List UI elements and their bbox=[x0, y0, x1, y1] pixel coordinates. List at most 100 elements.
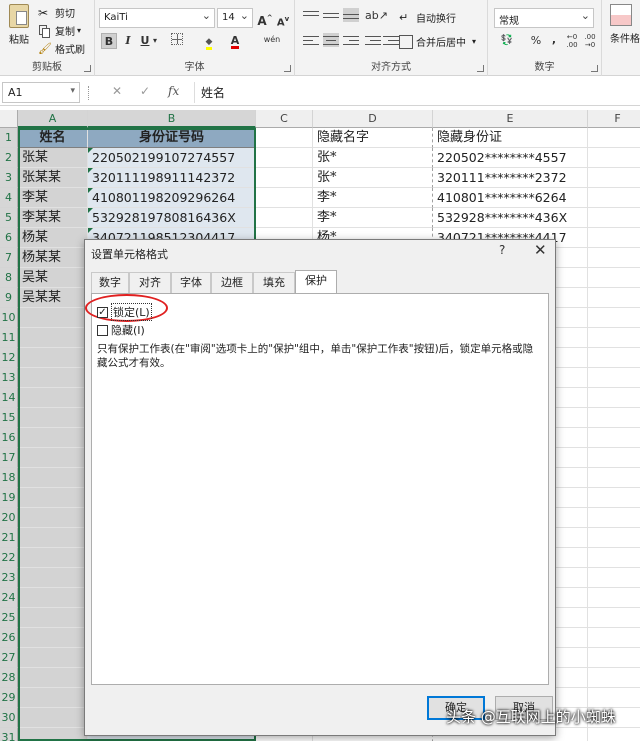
percent-button[interactable]: % bbox=[528, 33, 544, 49]
col-header-a[interactable]: A bbox=[18, 110, 88, 128]
row-header[interactable]: 15 bbox=[0, 408, 18, 428]
tab-fill[interactable]: 填充 bbox=[253, 272, 295, 293]
cell-f16[interactable] bbox=[588, 428, 640, 448]
cell-a18[interactable] bbox=[18, 468, 88, 488]
cell-f22[interactable] bbox=[588, 548, 640, 568]
cell-f3[interactable] bbox=[588, 168, 640, 188]
close-icon[interactable]: ✕ bbox=[534, 241, 547, 259]
alignment-launcher-icon[interactable] bbox=[477, 65, 484, 72]
row-header[interactable]: 5 bbox=[0, 208, 18, 228]
decrease-decimal-button[interactable]: .00 →0 bbox=[582, 33, 598, 49]
tab-alignment[interactable]: 对齐 bbox=[129, 272, 171, 293]
col-header-d[interactable]: D bbox=[313, 110, 433, 128]
cell-f8[interactable] bbox=[588, 268, 640, 288]
cell-f27[interactable] bbox=[588, 648, 640, 668]
cell-b1[interactable]: 身份证号码 bbox=[88, 128, 256, 148]
cell-a3[interactable]: 张某某 bbox=[18, 168, 88, 188]
cell-a26[interactable] bbox=[18, 628, 88, 648]
row-header[interactable]: 2 bbox=[0, 148, 18, 168]
row-header[interactable]: 14 bbox=[0, 388, 18, 408]
cell-b5[interactable]: 53292819780816436X bbox=[88, 208, 256, 228]
row-header[interactable]: 10 bbox=[0, 308, 18, 328]
cell-f13[interactable] bbox=[588, 368, 640, 388]
paste-button[interactable]: 粘贴 bbox=[4, 4, 34, 46]
cell-f31[interactable] bbox=[588, 728, 640, 741]
cell-f29[interactable] bbox=[588, 688, 640, 708]
cell-a2[interactable]: 张某 bbox=[18, 148, 88, 168]
cell-a21[interactable] bbox=[18, 528, 88, 548]
font-name-select[interactable]: KaiTi bbox=[99, 8, 215, 28]
row-header[interactable]: 20 bbox=[0, 508, 18, 528]
tab-border[interactable]: 边框 bbox=[211, 272, 253, 293]
cell-f5[interactable] bbox=[588, 208, 640, 228]
cell-f6[interactable] bbox=[588, 228, 640, 248]
cell-b2[interactable]: 220502199107274557 bbox=[88, 148, 256, 168]
col-header-b[interactable]: B bbox=[88, 110, 256, 128]
locked-checkbox[interactable]: ✓ 锁定(L) bbox=[97, 303, 152, 321]
format-painter-button[interactable]: 🖌 格式刷 bbox=[38, 41, 85, 57]
decrease-indent-icon[interactable] bbox=[365, 33, 381, 47]
cell-f15[interactable] bbox=[588, 408, 640, 428]
shrink-font-button[interactable]: Av bbox=[275, 11, 291, 28]
hidden-checkbox[interactable]: 隐藏(I) bbox=[97, 322, 145, 338]
cut-button[interactable]: ✂ 剪切 bbox=[38, 5, 75, 21]
cell-c1[interactable] bbox=[256, 128, 313, 148]
row-header[interactable]: 26 bbox=[0, 628, 18, 648]
align-middle-icon[interactable] bbox=[323, 10, 339, 24]
cell-e3[interactable]: 320111********2372 bbox=[433, 168, 588, 188]
cell-a5[interactable]: 李某某 bbox=[18, 208, 88, 228]
cell-a30[interactable] bbox=[18, 708, 88, 728]
cell-f23[interactable] bbox=[588, 568, 640, 588]
row-header[interactable]: 17 bbox=[0, 448, 18, 468]
cell-a1[interactable]: 姓名 bbox=[18, 128, 88, 148]
cell-a22[interactable] bbox=[18, 548, 88, 568]
cell-a13[interactable] bbox=[18, 368, 88, 388]
row-header[interactable]: 28 bbox=[0, 668, 18, 688]
row-header[interactable]: 30 bbox=[0, 708, 18, 728]
cell-a27[interactable] bbox=[18, 648, 88, 668]
cell-c3[interactable] bbox=[256, 168, 313, 188]
formula-input[interactable]: 姓名 bbox=[194, 82, 638, 103]
align-right-icon[interactable] bbox=[343, 33, 359, 47]
cell-a6[interactable]: 杨某 bbox=[18, 228, 88, 248]
row-header[interactable]: 23 bbox=[0, 568, 18, 588]
phonetic-button[interactable]: wén bbox=[261, 32, 283, 48]
cell-e1[interactable]: 隐藏身份证 bbox=[433, 128, 588, 148]
cell-f4[interactable] bbox=[588, 188, 640, 208]
cell-a12[interactable] bbox=[18, 348, 88, 368]
font-size-select[interactable]: 14 bbox=[217, 8, 253, 28]
cell-e2[interactable]: 220502********4557 bbox=[433, 148, 588, 168]
col-header-f[interactable]: F bbox=[588, 110, 640, 128]
row-header[interactable]: 19 bbox=[0, 488, 18, 508]
cell-a9[interactable]: 吴某某 bbox=[18, 288, 88, 308]
row-header[interactable]: 11 bbox=[0, 328, 18, 348]
col-header-c[interactable]: C bbox=[256, 110, 313, 128]
cell-a24[interactable] bbox=[18, 588, 88, 608]
cell-e5[interactable]: 532928********436X bbox=[433, 208, 588, 228]
number-format-select[interactable]: 常规 bbox=[494, 8, 594, 28]
tab-protection[interactable]: 保护 bbox=[295, 270, 337, 294]
cancel-icon[interactable]: ✕ bbox=[112, 84, 122, 98]
cell-a17[interactable] bbox=[18, 448, 88, 468]
row-header[interactable]: 1 bbox=[0, 128, 18, 148]
row-header[interactable]: 13 bbox=[0, 368, 18, 388]
cell-f10[interactable] bbox=[588, 308, 640, 328]
cell-a29[interactable] bbox=[18, 688, 88, 708]
font-launcher-icon[interactable] bbox=[284, 65, 291, 72]
row-header[interactable]: 18 bbox=[0, 468, 18, 488]
cell-f7[interactable] bbox=[588, 248, 640, 268]
font-color-button[interactable]: A bbox=[227, 33, 243, 49]
cell-a16[interactable] bbox=[18, 428, 88, 448]
merge-center-button[interactable]: 合并后居中 ▾ bbox=[399, 34, 476, 49]
row-header[interactable]: 21 bbox=[0, 528, 18, 548]
cell-d3[interactable]: 张* bbox=[313, 168, 433, 188]
cell-a23[interactable] bbox=[18, 568, 88, 588]
col-header-e[interactable]: E bbox=[433, 110, 588, 128]
row-header[interactable]: 3 bbox=[0, 168, 18, 188]
cell-d5[interactable]: 李* bbox=[313, 208, 433, 228]
row-header[interactable]: 4 bbox=[0, 188, 18, 208]
cell-f18[interactable] bbox=[588, 468, 640, 488]
border-button[interactable] bbox=[169, 33, 185, 49]
cell-d2[interactable]: 张* bbox=[313, 148, 433, 168]
row-header[interactable]: 25 bbox=[0, 608, 18, 628]
